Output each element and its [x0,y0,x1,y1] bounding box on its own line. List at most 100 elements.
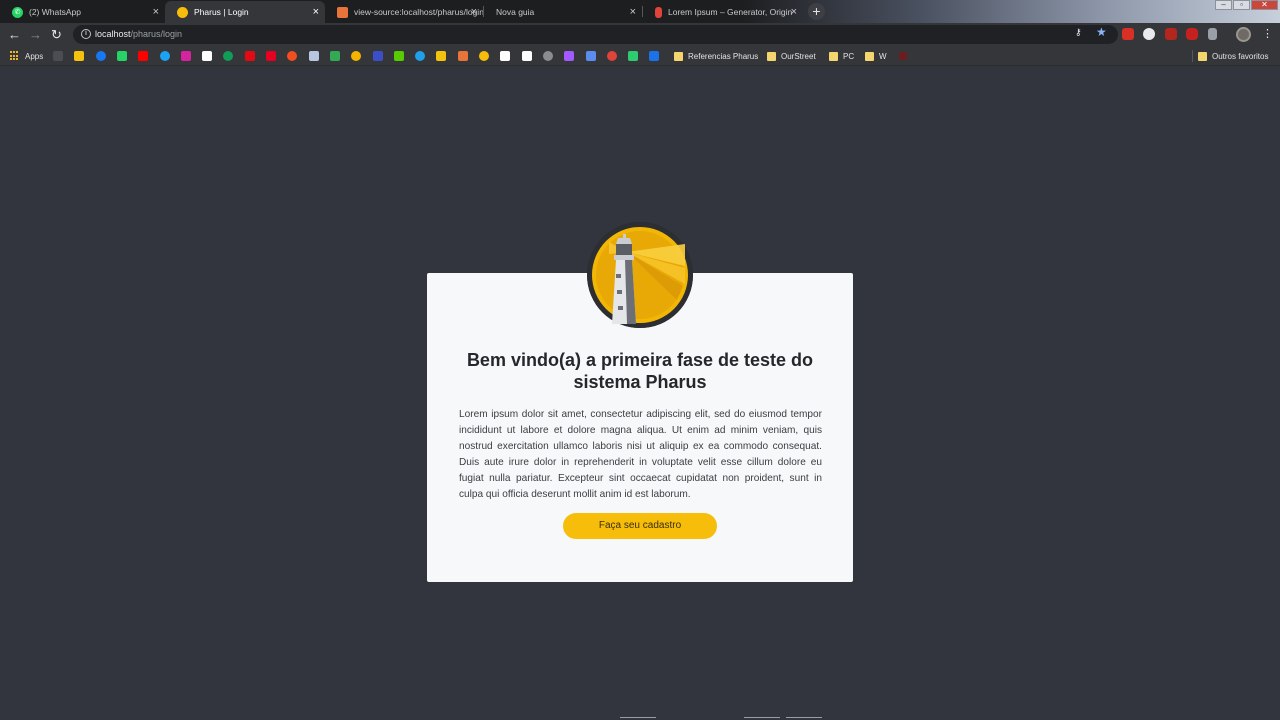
bookmark-shortcut[interactable] [373,49,383,63]
cd-site-icon [628,51,638,61]
minimize-button[interactable]: – [1215,0,1232,10]
back-arrow-icon[interactable]: ← [6,26,23,43]
c-site-icon [586,51,596,61]
netflix-icon [245,51,255,61]
bookmark-folder-w[interactable]: W [865,49,887,63]
signup-button[interactable]: Faça seu cadastro [563,513,717,539]
bookmark-label: Referencias Pharus [688,51,759,61]
taskbar-marker [744,717,780,718]
figma-alt-icon [564,51,574,61]
folder-icon [829,51,838,61]
url-text[interactable]: localhost/pharus/login [95,29,182,39]
arrow-site-icon [436,51,446,61]
bookmark-shortcut[interactable] [53,49,63,63]
bookmark-shortcut[interactable] [309,49,319,63]
pr-icon [373,51,383,61]
bookmark-shortcut[interactable] [479,49,489,63]
close-window-button[interactable]: ✕ [1251,0,1278,10]
puzzle-site-icon [479,51,489,61]
site-info-icon[interactable]: i [81,29,91,39]
edge-icon [415,51,425,61]
close-tab-icon[interactable]: × [153,5,159,19]
bookmark-shortcut[interactable] [223,49,233,63]
tab-nova-guia[interactable]: Nova guia × [484,1,642,23]
forward-arrow-icon[interactable]: → [27,26,44,43]
bookmark-shortcut[interactable] [181,49,191,63]
intro-text: Lorem ipsum dolor sit amet, consectetur … [459,409,822,500]
close-tab-icon[interactable]: × [630,5,636,19]
bookmark-shortcut[interactable] [330,49,340,63]
bookmark-label: W [879,51,887,61]
e-site-icon [543,51,553,61]
bookmark-shortcut[interactable] [245,49,255,63]
close-tab-icon[interactable]: × [313,5,319,19]
facebook-icon [96,51,106,61]
bookmark-folder-pc[interactable]: PC [829,49,854,63]
browser-tab-strip: ✆ (2) WhatsApp × Pharus | Login × view-s… [0,0,1280,23]
bookmark-folder-ourstreet[interactable]: OurStreet [767,49,816,63]
bookmark-folder-referencias-pharus[interactable]: Referencias Pharus [674,49,758,63]
bookmark-shortcut[interactable] [287,49,297,63]
maps-icon [74,51,84,61]
bookmark-red-item[interactable] [899,49,907,63]
tab-whatsapp[interactable]: ✆ (2) WhatsApp × [0,1,165,23]
tab-title: (2) WhatsApp [29,7,81,17]
bookmark-shortcut[interactable] [117,49,127,63]
folder-icon [674,51,683,61]
whatsapp-icon [117,51,127,61]
tab-pharus-login[interactable]: Pharus | Login × [165,1,325,23]
bookmark-shortcut[interactable] [74,49,84,63]
bookmark-apps[interactable]: Apps [10,49,43,63]
bookmark-folder-outros-favoritos[interactable]: Outros favoritos [1198,49,1268,63]
bookmark-shortcut[interactable] [202,49,212,63]
bookmark-shortcut[interactable] [96,49,106,63]
bookmark-shortcut[interactable] [607,49,617,63]
folder-icon [1198,51,1207,61]
blank-site-icon [53,51,63,61]
bookmark-shortcut[interactable] [586,49,596,63]
bookmark-shortcut[interactable] [649,49,659,63]
bookmark-shortcut[interactable] [160,49,170,63]
bookmark-shortcut[interactable] [543,49,553,63]
window-controls: – ▫ ✕ [1214,0,1278,10]
translate-extension-icon[interactable] [1143,28,1155,40]
taskbar-marker [620,717,656,718]
bookmark-shortcut[interactable] [266,49,276,63]
address-bar[interactable]: i localhost/pharus/login [73,25,1118,44]
bookmark-shortcut[interactable] [628,49,638,63]
bookmark-shortcut[interactable] [351,49,361,63]
bookmark-shortcut[interactable] [138,49,148,63]
pdf-extension-icon[interactable] [1165,28,1177,40]
bookmark-site-icon [899,52,907,60]
bookmark-shortcut[interactable] [394,49,404,63]
lighthouse-logo-icon [587,222,693,328]
pinterest-icon [266,51,276,61]
loop-icon [351,51,361,61]
key-icon[interactable]: ⚷ [1075,27,1082,38]
extension-icon[interactable] [1208,28,1217,40]
restore-button[interactable]: ▫ [1233,0,1250,10]
close-tab-icon[interactable]: × [791,5,797,19]
bookmark-shortcut[interactable] [436,49,446,63]
close-tab-icon[interactable]: × [471,5,477,19]
whatsapp-icon: ✆ [12,6,23,18]
tab-title: Pharus | Login [194,7,249,17]
bookmark-star-icon[interactable]: ★ [1096,25,1107,39]
bookmark-shortcut[interactable] [500,49,510,63]
tab-view-source[interactable]: view-source:localhost/pharus/login × [325,1,483,23]
bookmark-label: Apps [25,51,44,61]
bookmark-shortcut[interactable] [564,49,574,63]
page-background: Bem vindo(a) a primeira fase de teste do… [0,67,1280,720]
bookmark-shortcut[interactable] [522,49,532,63]
twitter-icon [160,51,170,61]
adblock-extension-icon[interactable] [1122,28,1134,40]
tab-lorem-ipsum[interactable]: Lorem Ipsum – Generator, Origin × [643,1,803,23]
recorder-extension-icon[interactable] [1186,28,1198,40]
bookmark-shortcut[interactable] [415,49,425,63]
menu-kebab-icon[interactable]: ⋮ [1262,27,1273,41]
pharus-lighthouse-logo [587,222,693,328]
bookmark-shortcut[interactable] [458,49,468,63]
reload-icon[interactable]: ↻ [48,26,65,43]
new-tab-button[interactable]: + [808,3,825,20]
profile-avatar[interactable] [1236,27,1251,42]
